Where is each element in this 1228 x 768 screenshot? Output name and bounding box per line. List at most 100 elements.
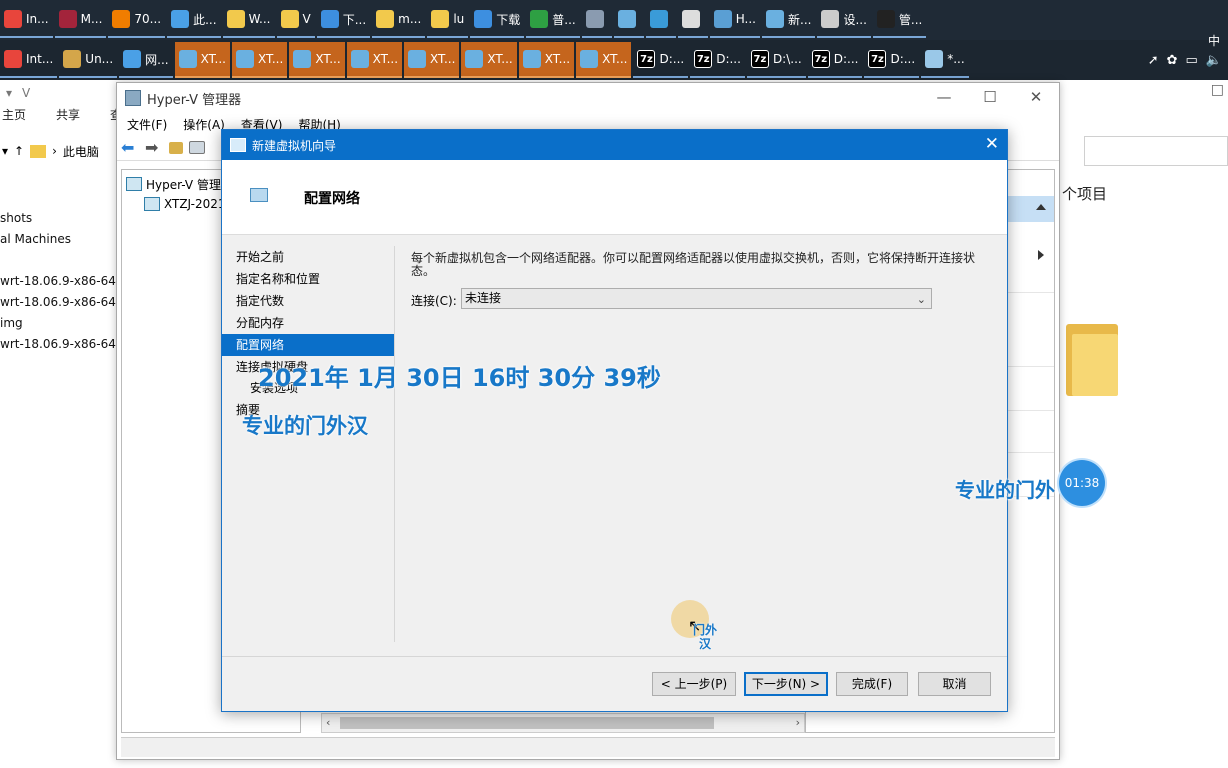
close-icon[interactable]: ✕: [985, 134, 999, 154]
app-icon: [123, 50, 142, 68]
ime-indicator[interactable]: 中: [1208, 32, 1220, 49]
horizontal-scrollbar[interactable]: ‹ ›: [321, 713, 805, 733]
taskbar-item[interactable]: In...: [0, 2, 53, 38]
connection-select[interactable]: 未连接 ⌄: [461, 288, 932, 309]
chevron-down-icon[interactable]: ▾: [6, 86, 12, 100]
list-item[interactable]: wrt-18.06.9-x86-64-c: [0, 334, 118, 355]
taskbar-item[interactable]: V: [276, 2, 315, 38]
close-icon[interactable]: ✕: [1013, 83, 1059, 113]
taskbar-item[interactable]: M...: [54, 2, 107, 38]
maximize-icon[interactable]: ☐: [967, 83, 1013, 113]
scroll-left-icon[interactable]: ‹: [326, 716, 330, 729]
app-icon: 7z: [811, 50, 830, 68]
taskbar-item[interactable]: XT...: [461, 42, 517, 78]
taskbar-label: D:...: [659, 52, 685, 66]
app-icon: [408, 50, 427, 68]
breadcrumb[interactable]: 此电脑: [63, 143, 99, 160]
taskbar-item[interactable]: 70...: [108, 2, 166, 38]
flower-icon[interactable]: ✿: [1167, 53, 1178, 68]
next-button[interactable]: 下一步(N) >: [744, 672, 828, 696]
minimize-icon[interactable]: —: [921, 83, 967, 113]
scroll-right-icon[interactable]: ›: [796, 716, 800, 729]
taskbar-item[interactable]: *...: [921, 42, 969, 78]
app-icon: [280, 10, 299, 28]
taskbar-item[interactable]: [645, 2, 676, 38]
taskbar-item[interactable]: 7z D:...: [807, 42, 863, 78]
close-icon[interactable]: □: [1211, 82, 1224, 98]
wizard-step[interactable]: 分配内存: [222, 312, 394, 334]
network-icon[interactable]: ▭: [1186, 53, 1198, 68]
folder-up-icon[interactable]: [169, 141, 183, 154]
taskbar-item[interactable]: 下载: [470, 2, 525, 38]
back-arrow-icon[interactable]: ⬅: [121, 139, 139, 156]
menu-file[interactable]: 文件(F): [127, 116, 167, 133]
list-item[interactable]: [0, 250, 118, 271]
collapse-icon[interactable]: [1036, 204, 1046, 210]
list-item[interactable]: wrt-18.06.9-x86-64-c: [0, 292, 118, 313]
taskbar-item[interactable]: m...: [372, 2, 426, 38]
wizard-step[interactable]: 指定名称和位置: [222, 268, 394, 290]
folder-icon[interactable]: [1066, 320, 1118, 400]
taskbar-item[interactable]: XT...: [404, 42, 460, 78]
wizard-step[interactable]: 配置网络: [222, 334, 394, 356]
taskbar-item[interactable]: 新...: [762, 2, 816, 38]
taskbar-item[interactable]: [581, 2, 612, 38]
taskbar-item[interactable]: XT...: [346, 42, 403, 78]
taskbar-item[interactable]: 7z D:...: [690, 42, 745, 78]
taskbar-label: Un...: [85, 52, 114, 66]
list-item[interactable]: img: [0, 313, 118, 334]
taskbar-item[interactable]: 7z D:...: [864, 42, 920, 78]
taskbar-label: D:...: [716, 52, 741, 66]
list-item[interactable]: al Machines: [0, 229, 118, 250]
previous-button[interactable]: < 上一步(P): [652, 672, 736, 696]
app-icon: [585, 10, 604, 28]
taskbar-label: 管...: [898, 12, 923, 27]
taskbar-item[interactable]: XT...: [174, 42, 230, 78]
taskbar-item[interactable]: Un...: [59, 42, 118, 78]
expand-arrow-icon[interactable]: [1038, 250, 1044, 260]
taskbar-item[interactable]: lu: [427, 2, 469, 38]
scrollbar-thumb[interactable]: [340, 717, 714, 729]
chevron-down-icon[interactable]: ⌄: [917, 290, 926, 309]
search-input[interactable]: [1084, 136, 1228, 166]
taskbar-item[interactable]: 7z D:\...: [746, 42, 806, 78]
ribbon-tab-share[interactable]: 共享: [56, 106, 80, 128]
taskbar-item[interactable]: H...: [709, 2, 760, 38]
console-icon[interactable]: [189, 141, 205, 154]
list-item[interactable]: shots: [0, 208, 118, 229]
cancel-button[interactable]: 取消: [918, 672, 991, 696]
taskbar-label: XT...: [544, 52, 571, 66]
taskbar-item[interactable]: [677, 2, 708, 38]
finish-button[interactable]: 完成(F): [836, 672, 908, 696]
menu-action[interactable]: 操作(A): [183, 116, 225, 133]
up-arrow-icon[interactable]: ↑: [14, 144, 24, 158]
taskbar-item[interactable]: XT...: [289, 42, 345, 78]
taskbar-item[interactable]: Int...: [0, 42, 58, 78]
wizard-step[interactable]: 开始之前: [222, 246, 394, 268]
taskbar-label: XT...: [430, 52, 456, 66]
taskbar-item[interactable]: 网...: [119, 42, 173, 78]
taskbar-item[interactable]: XT...: [231, 42, 288, 78]
taskbar-item[interactable]: XT...: [576, 42, 632, 78]
taskbar-label: XT...: [200, 52, 226, 66]
taskbar-item[interactable]: W...: [222, 2, 275, 38]
taskbar-item[interactable]: 7z D:...: [633, 42, 689, 78]
taskbar-item[interactable]: 设...: [817, 2, 871, 38]
wizard-step[interactable]: 指定代数: [222, 290, 394, 312]
app-icon: 7z: [868, 50, 887, 68]
taskbar-item[interactable]: 管...: [872, 2, 927, 38]
taskbar-item[interactable]: 普...: [526, 2, 580, 38]
taskbar-label: 此...: [193, 12, 217, 27]
forward-arrow-icon[interactable]: ➡: [145, 139, 163, 156]
wizard-steps: 开始之前 指定名称和位置 指定代数 分配内存 配置网络 连接虚拟硬盘 安装选项 摘要: [222, 246, 394, 421]
taskbar-item[interactable]: 下...: [316, 2, 371, 38]
speaker-icon[interactable]: 🔈: [1206, 53, 1222, 68]
taskbar-item[interactable]: [613, 2, 644, 38]
list-item[interactable]: wrt-18.06.9-x86-64-c: [0, 271, 118, 292]
taskbar-item[interactable]: XT...: [518, 42, 575, 78]
taskbar-label: V: [302, 12, 311, 26]
ribbon-tab-home[interactable]: 主页: [2, 106, 26, 128]
taskbar-item[interactable]: 此...: [167, 2, 221, 38]
app-icon: [4, 10, 22, 28]
chevron-down-icon[interactable]: ▾: [2, 144, 8, 158]
